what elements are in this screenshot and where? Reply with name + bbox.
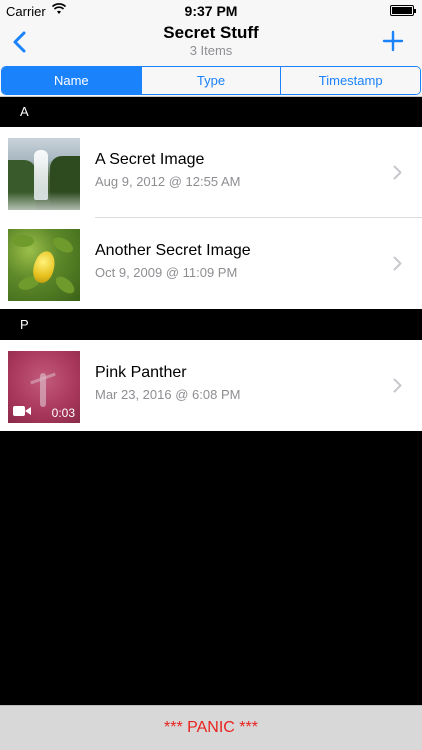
item-date: Oct 9, 2009 @ 11:09 PM [95,265,238,280]
item-name: Pink Panther [95,364,187,381]
video-duration: 0:03 [51,406,75,420]
status-time: 9:37 PM [184,3,238,19]
item-name: A Secret Image [95,151,205,168]
section-header-p: P [0,310,422,340]
item-date: Mar 23, 2016 @ 6:08 PM [95,387,241,402]
thumbnail-image [8,229,80,301]
section-header-a: A [0,97,422,127]
battery-icon [390,5,416,16]
item-count: 3 Items [189,43,233,58]
sort-control-bar: Name Type Timestamp [0,62,422,97]
title-block: Secret Stuff 3 Items [0,23,422,59]
thumbnail-video: 0:03 [8,351,80,423]
navigation-bar: Secret Stuff 3 Items [0,22,422,62]
plus-icon[interactable] [382,30,404,52]
list-item[interactable]: Another Secret Image Oct 9, 2009 @ 11:09… [0,218,422,309]
item-date: Aug 9, 2012 @ 12:55 AM [95,174,241,189]
chevron-right-icon [393,256,402,271]
page-title: Secret Stuff [163,23,259,42]
item-name: Another Secret Image [95,242,251,259]
video-camera-icon [13,406,31,416]
tab-name[interactable]: Name [2,67,141,94]
chevron-right-icon [393,165,402,180]
list-item[interactable]: 0:03 Pink Panther Mar 23, 2016 @ 6:08 PM [0,340,422,431]
status-bar: Carrier 9:37 PM [0,0,422,22]
chevron-right-icon [393,378,402,393]
list-item[interactable]: A Secret Image Aug 9, 2012 @ 12:55 AM [0,127,422,218]
tab-type[interactable]: Type [140,67,281,94]
sort-segmented-control: Name Type Timestamp [1,66,421,95]
panic-button[interactable]: *** PANIC *** [0,705,422,750]
thumbnail-image [8,138,80,210]
tab-timestamp[interactable]: Timestamp [280,67,420,94]
